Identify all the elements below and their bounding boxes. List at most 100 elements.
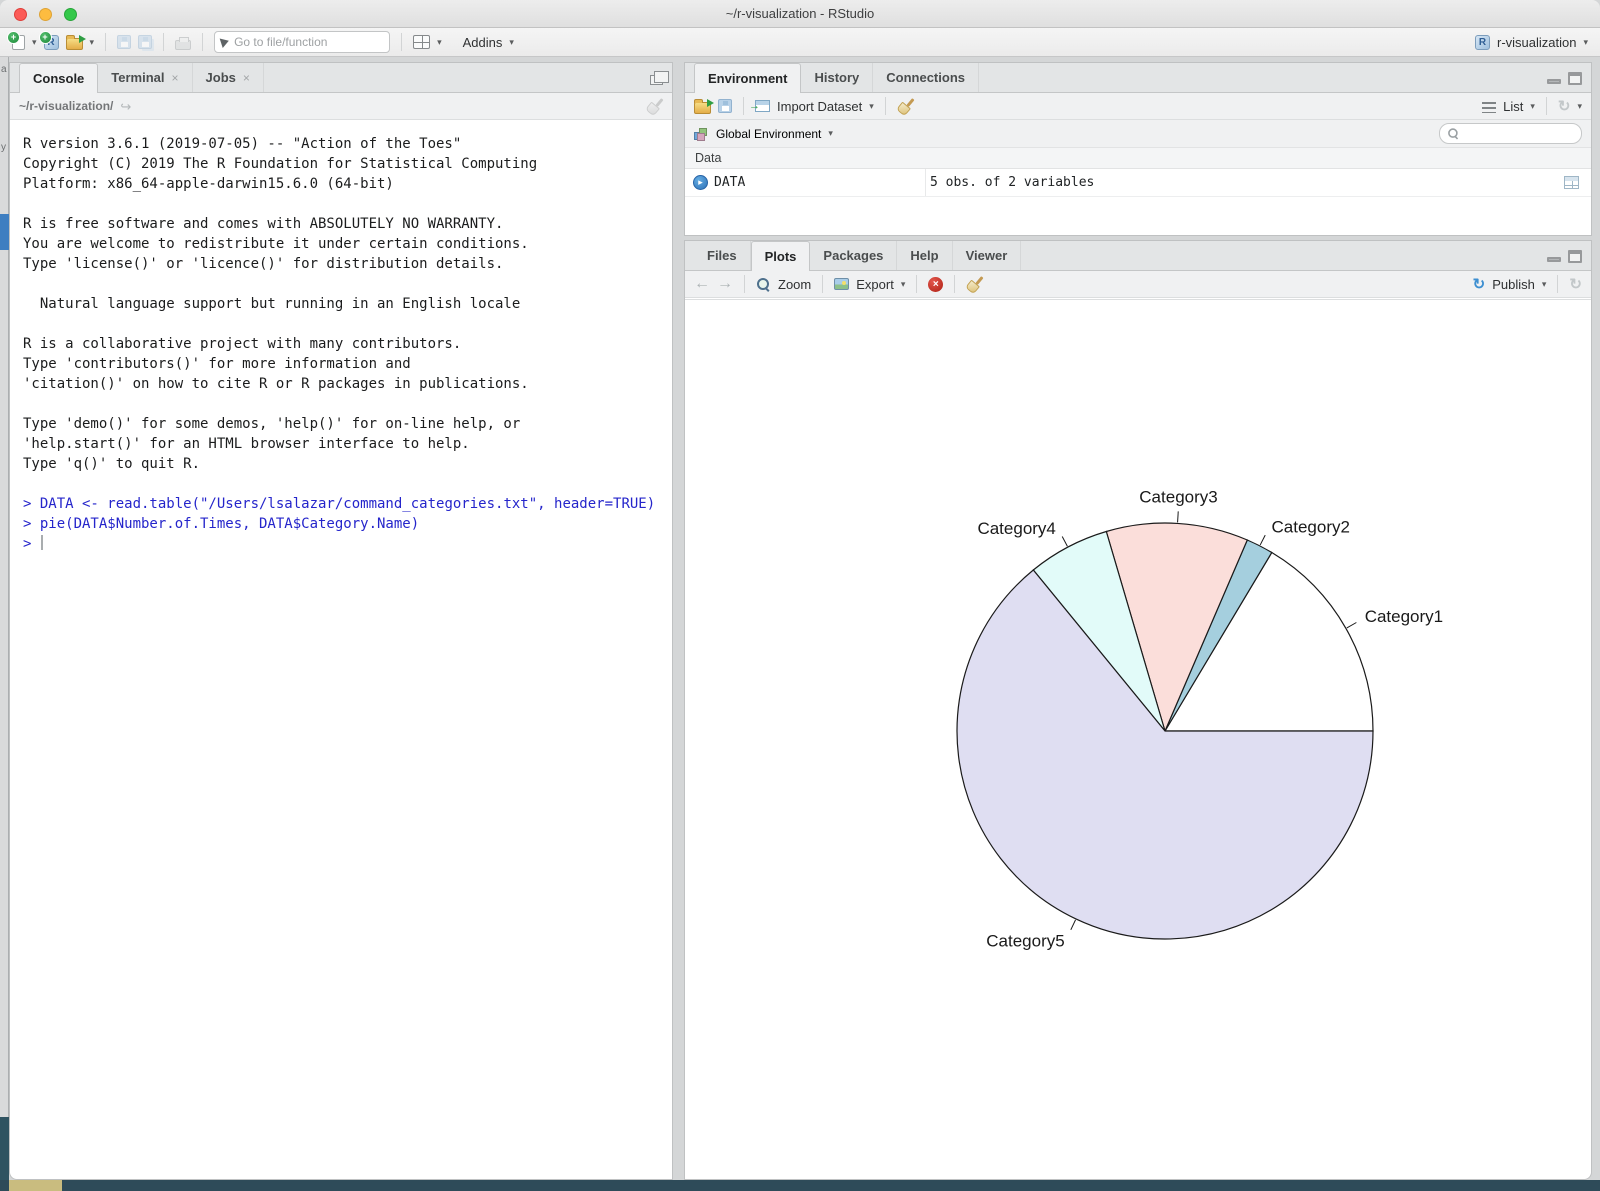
tab-connections[interactable]: Connections bbox=[873, 63, 979, 92]
tab-terminal[interactable]: Terminal × bbox=[98, 63, 192, 92]
tab-files[interactable]: Files bbox=[694, 241, 751, 270]
list-view-icon[interactable] bbox=[1482, 102, 1496, 113]
tab-plots[interactable]: Plots bbox=[751, 241, 811, 271]
new-file-caret-icon[interactable]: ▾ bbox=[32, 38, 37, 47]
maximize-pane-icon[interactable] bbox=[1568, 72, 1582, 85]
tab-viewer-label: Viewer bbox=[966, 248, 1008, 263]
save-workspace-icon[interactable] bbox=[718, 99, 732, 113]
goto-file-input[interactable] bbox=[234, 35, 383, 49]
pane-layout-caret-icon[interactable]: ▾ bbox=[437, 38, 442, 47]
console-line: Type 'q()' to quit R. bbox=[23, 454, 672, 474]
clear-all-plots-icon[interactable] bbox=[966, 276, 983, 292]
console-header: ~/r-visualization/ ↪ bbox=[10, 93, 672, 120]
pie-label-tick bbox=[1062, 536, 1067, 546]
plots-toolbar: ← → Zoom Export ▾ × ↻ Publish ▾ ↻ bbox=[685, 271, 1591, 298]
tab-connections-label: Connections bbox=[886, 70, 965, 85]
clear-objects-icon[interactable] bbox=[897, 98, 914, 114]
console-line: Type 'demo()' for some demos, 'help()' f… bbox=[23, 414, 672, 434]
open-file-caret-icon[interactable]: ▾ bbox=[90, 38, 95, 47]
console-line: Natural language support but running in … bbox=[23, 294, 672, 314]
maximize-pane-icon[interactable] bbox=[650, 75, 663, 85]
import-dataset-button[interactable]: Import Dataset bbox=[777, 99, 862, 114]
publish-button[interactable]: Publish bbox=[1492, 277, 1535, 292]
save-icon[interactable] bbox=[117, 35, 131, 49]
tab-environment[interactable]: Environment bbox=[694, 63, 801, 93]
plots-pane: Files Plots Packages Help Viewer ← → Zoo… bbox=[684, 240, 1592, 1180]
pie-label-Category4: Category4 bbox=[977, 519, 1055, 538]
close-tab-icon[interactable]: × bbox=[243, 71, 250, 85]
addins-caret-icon[interactable]: ▾ bbox=[509, 38, 514, 47]
project-caret-icon[interactable]: ▾ bbox=[1583, 38, 1588, 47]
environment-object-row[interactable]: ▸ DATA 5 obs. of 2 variables bbox=[685, 169, 1591, 197]
print-icon[interactable] bbox=[175, 40, 191, 50]
console-line: 'help.start()' for an HTML browser inter… bbox=[23, 434, 672, 454]
console-line: R is free software and comes with ABSOLU… bbox=[23, 214, 672, 234]
refresh-plot-icon[interactable]: ↻ bbox=[1569, 277, 1582, 292]
pane-layout-icon[interactable] bbox=[413, 35, 430, 49]
environment-search-box[interactable] bbox=[1439, 123, 1582, 144]
console-tabstrip: Console Terminal × Jobs × bbox=[10, 63, 672, 93]
environment-search-input[interactable] bbox=[1463, 127, 1575, 141]
tab-console[interactable]: Console bbox=[19, 63, 98, 93]
list-view-button[interactable]: List bbox=[1503, 99, 1523, 114]
refresh-caret-icon[interactable]: ▾ bbox=[1577, 102, 1582, 111]
pie-chart: Category1Category2Category3Category4Cate… bbox=[685, 300, 1591, 1181]
next-plot-icon[interactable]: → bbox=[717, 276, 733, 292]
import-dataset-caret-icon[interactable]: ▾ bbox=[869, 102, 874, 111]
project-icon: R bbox=[1475, 35, 1490, 50]
environment-pane: Environment History Connections Import D… bbox=[684, 62, 1592, 236]
goto-directory-icon[interactable]: ↪ bbox=[120, 100, 131, 113]
background-text-fragment: y bbox=[1, 142, 6, 153]
new-project-icon[interactable]: R bbox=[44, 35, 59, 50]
goto-file-box[interactable] bbox=[214, 31, 390, 53]
zoom-plot-icon[interactable] bbox=[756, 277, 771, 292]
save-all-icon[interactable] bbox=[138, 35, 152, 49]
console-line: R is a collaborative project with many c… bbox=[23, 334, 672, 354]
load-workspace-icon[interactable] bbox=[694, 102, 711, 114]
export-plot-icon[interactable] bbox=[834, 278, 849, 290]
tab-help[interactable]: Help bbox=[897, 241, 952, 270]
scope-caret-icon[interactable]: ▾ bbox=[828, 129, 833, 138]
toolbar-separator bbox=[743, 97, 744, 115]
console-output[interactable]: R version 3.6.1 (2019-07-05) -- "Action … bbox=[10, 121, 672, 1179]
tab-history[interactable]: History bbox=[801, 63, 873, 92]
refresh-environment-icon[interactable]: ↻ bbox=[1558, 99, 1571, 114]
scope-selector[interactable]: Global Environment bbox=[716, 127, 821, 141]
view-data-table-icon[interactable] bbox=[1564, 176, 1579, 189]
environment-cube-icon bbox=[694, 126, 709, 141]
close-tab-icon[interactable]: × bbox=[172, 71, 179, 85]
goto-arrow-icon bbox=[220, 36, 231, 48]
zoom-plot-button[interactable]: Zoom bbox=[778, 277, 811, 292]
export-plot-button[interactable]: Export bbox=[856, 277, 894, 292]
remove-plot-icon[interactable]: × bbox=[928, 277, 943, 292]
environment-toolbar: Import Dataset ▾ List ▾ ↻ ▾ bbox=[685, 93, 1591, 120]
minimize-pane-icon[interactable] bbox=[1547, 79, 1561, 84]
import-dataset-icon[interactable] bbox=[755, 100, 770, 112]
new-file-icon[interactable] bbox=[12, 35, 25, 50]
tab-jobs[interactable]: Jobs × bbox=[193, 63, 264, 92]
background-text-fragment: a bbox=[1, 64, 7, 75]
previous-plot-icon[interactable]: ← bbox=[694, 276, 710, 292]
clear-console-icon[interactable] bbox=[646, 98, 663, 114]
open-file-icon[interactable] bbox=[66, 38, 83, 50]
pie-label-tick bbox=[1260, 535, 1265, 545]
export-caret-icon[interactable]: ▾ bbox=[901, 280, 906, 289]
console-line: Copyright (C) 2019 The R Foundation for … bbox=[23, 154, 672, 174]
publish-caret-icon[interactable]: ▾ bbox=[1542, 280, 1547, 289]
console-line bbox=[23, 274, 672, 294]
tab-packages[interactable]: Packages bbox=[810, 241, 897, 270]
list-view-caret-icon[interactable]: ▾ bbox=[1530, 102, 1535, 111]
expand-object-icon[interactable]: ▸ bbox=[693, 175, 708, 190]
console-line: 'citation()' on how to cite R or R packa… bbox=[23, 374, 672, 394]
console-line bbox=[23, 474, 672, 494]
minimize-pane-icon[interactable] bbox=[1547, 257, 1561, 262]
background-window-sliver: a y bbox=[0, 57, 9, 1191]
tab-viewer[interactable]: Viewer bbox=[953, 241, 1022, 270]
maximize-pane-icon[interactable] bbox=[1568, 250, 1582, 263]
environment-scope-bar: Global Environment ▾ bbox=[685, 120, 1591, 147]
window-title: ~/r-visualization - RStudio bbox=[0, 6, 1600, 21]
project-menu[interactable]: r-visualization bbox=[1497, 35, 1576, 50]
publish-icon[interactable]: ↻ bbox=[1473, 277, 1486, 292]
addins-menu[interactable]: Addins bbox=[463, 35, 503, 50]
console-line: Type 'contributors()' for more informati… bbox=[23, 354, 672, 374]
